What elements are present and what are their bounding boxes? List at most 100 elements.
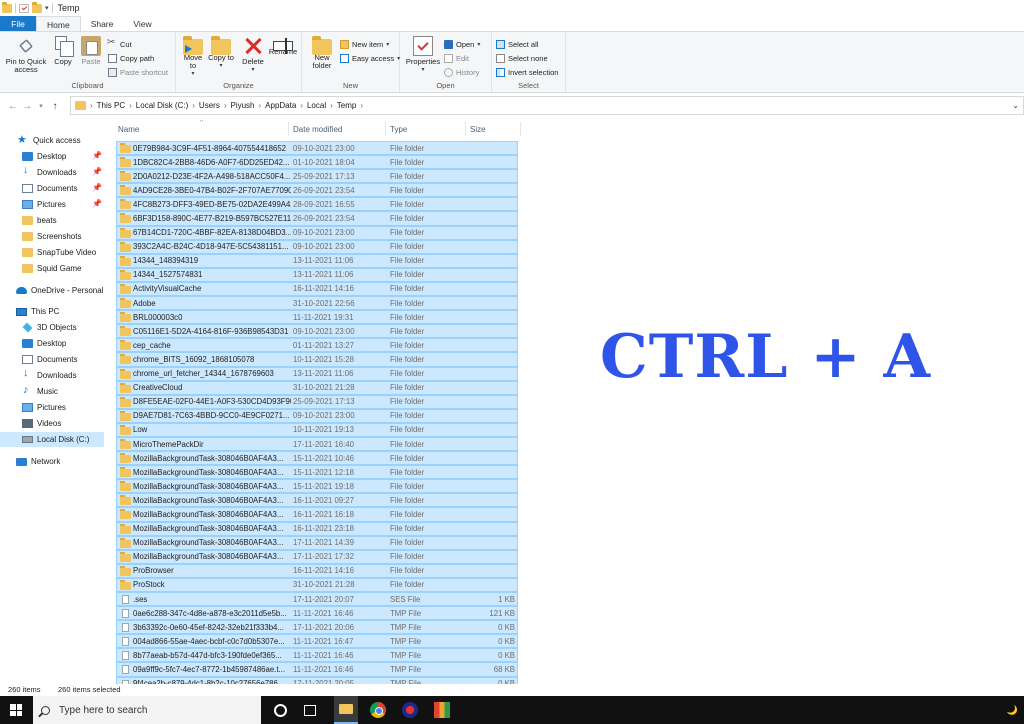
file-row[interactable]: D8FE5EAE-02F0-44E1-A0F3-530CD4D93F90 25-0… xyxy=(116,394,518,409)
chevron-down-icon[interactable]: ⌄ xyxy=(1012,101,1019,110)
file-row[interactable]: Low 10-11-2021 19:13 File folder xyxy=(116,422,518,437)
copy-path-button[interactable]: Copy path xyxy=(108,52,154,64)
file-row[interactable]: 0E79B984-3C9F-4F51-8964-407554418652 09-1… xyxy=(116,141,518,156)
file-row[interactable]: MozillaBackgroundTask-308046B0AF4A3... 15… xyxy=(116,465,518,480)
properties-button[interactable]: Properties ▾ xyxy=(404,36,442,74)
file-row[interactable]: MicroThemePackDir 17-11-2021 16:40 File fo… xyxy=(116,436,518,452)
customize-toolbar-chevron-icon[interactable]: ▾ xyxy=(45,4,49,12)
file-row[interactable]: ActivityVisualCache 16-11-2021 14:16 File … xyxy=(116,281,518,297)
up-arrow-icon[interactable]: ↑ xyxy=(48,101,62,112)
taskbar-search-box[interactable]: Type here to search xyxy=(33,696,261,724)
back-arrow-icon[interactable]: ← xyxy=(6,101,20,112)
nav-squid-game[interactable]: Squid Game xyxy=(22,261,126,276)
column-divider[interactable] xyxy=(385,122,386,136)
file-row[interactable]: 09a9ff9c-5fc7-4ec7-8772-1b45987486ae.t..… xyxy=(116,662,518,677)
breadcrumb-separator-icon[interactable]: › xyxy=(259,101,262,110)
breadcrumb-separator-icon[interactable]: › xyxy=(129,101,132,110)
new-item-button[interactable]: New item ▾ xyxy=(340,38,389,50)
breadcrumb-this-pc[interactable]: This PC xyxy=(97,101,125,110)
file-row[interactable]: 1DBC82C4-2BB8-46D6-A0F7-6DD25ED42... 01-1… xyxy=(116,155,518,170)
chrome-icon[interactable] xyxy=(370,702,386,718)
cut-button[interactable]: Cut xyxy=(107,37,132,50)
file-row[interactable]: 14344_148394319 13-11-2021 11:06 File fold… xyxy=(116,253,518,268)
breadcrumb-separator-icon[interactable]: › xyxy=(330,101,333,110)
file-row[interactable]: CreativeCloud 31-10-2021 21:28 File folder xyxy=(116,380,518,395)
breadcrumb-local[interactable]: Local xyxy=(307,101,326,110)
file-row[interactable]: chrome_BITS_16092_1868105078 10-11-2021 1… xyxy=(116,352,518,367)
nav-documents-pc[interactable]: Documents xyxy=(22,352,126,367)
nav-snaptube-video[interactable]: SnapTube Video xyxy=(22,245,126,260)
file-row[interactable]: MozillaBackgroundTask-308046B0AF4A3... 15… xyxy=(116,451,518,466)
weather-moon-icon[interactable]: 🌙 xyxy=(1007,705,1018,716)
file-row[interactable]: 393C2A4C-B24C-4D18-947E-5C54381151... 09-… xyxy=(116,239,518,254)
move-to-button[interactable]: Move to ▾ xyxy=(180,36,206,78)
tab-file[interactable]: File xyxy=(0,16,36,32)
edit-button[interactable]: Edit xyxy=(444,52,469,64)
tab-home[interactable]: Home xyxy=(36,16,81,32)
address-bar[interactable]: › This PC › Local Disk (C:) › Users › Pi… xyxy=(70,96,1024,115)
new-folder-icon[interactable] xyxy=(32,1,42,13)
select-none-button[interactable]: Select none xyxy=(496,52,548,64)
file-row[interactable]: 9f4cea2b-c879-4dc1-8b2c-10c27656e786... 1… xyxy=(116,676,518,684)
nav-quick-access[interactable]: Quick access xyxy=(17,133,122,148)
nav-videos[interactable]: Videos xyxy=(22,416,126,431)
nav-desktop[interactable]: Desktop 📌 xyxy=(22,149,106,164)
file-row[interactable]: MozillaBackgroundTask-308046B0AF4A3... 16… xyxy=(116,521,518,536)
delete-button[interactable]: Delete ▾ xyxy=(240,36,266,74)
breadcrumb-separator-icon[interactable]: › xyxy=(360,101,363,110)
nav-pictures-pc[interactable]: Pictures xyxy=(22,400,126,415)
file-row[interactable]: 3b63392c-0e60-45ef-8242-32eb21f333b4... 1… xyxy=(116,620,518,635)
file-row[interactable]: ProStock 31-10-2021 21:28 File folder xyxy=(116,577,518,592)
nav-pictures[interactable]: Pictures 📌 xyxy=(22,197,106,212)
column-divider[interactable] xyxy=(465,122,466,136)
breadcrumb-local-disk[interactable]: Local Disk (C:) xyxy=(136,101,188,110)
pin-to-quick-access-button[interactable]: Pin to Quick access xyxy=(4,36,48,74)
column-divider[interactable] xyxy=(520,122,521,136)
file-row[interactable]: MozillaBackgroundTask-308046B0AF4A3... 15… xyxy=(116,479,518,494)
breadcrumb-separator-icon[interactable]: › xyxy=(224,101,227,110)
file-row[interactable]: ProBrowser 16-11-2021 14:16 File folder xyxy=(116,563,518,578)
copy-to-button[interactable]: Copy to ▾ xyxy=(208,36,234,70)
invert-selection-button[interactable]: Invert selection xyxy=(496,66,558,78)
nav-network[interactable]: Network xyxy=(16,454,120,469)
file-row[interactable]: MozillaBackgroundTask-308046B0AF4A3... 16… xyxy=(116,507,518,522)
tab-share[interactable]: Share xyxy=(81,16,124,32)
file-row[interactable]: cep_cache 01-11-2021 13:27 File folder xyxy=(116,338,518,353)
column-header-size[interactable]: Size xyxy=(470,120,486,138)
paste-button[interactable]: Paste xyxy=(78,36,104,66)
file-row[interactable]: D9AE7D81-7C63-4BBD-9CC0-4E9CF0271... 09-1… xyxy=(116,408,518,423)
file-row[interactable]: 6BF3D158-890C-4E77-B219-B597BC527E11 26-0… xyxy=(116,211,518,226)
cortana-icon[interactable] xyxy=(274,704,287,717)
rename-button[interactable]: Rename xyxy=(268,36,298,56)
column-divider[interactable] xyxy=(288,122,289,136)
column-header-date[interactable]: Date modified xyxy=(293,120,342,138)
file-row[interactable]: .ses 17-11-2021 20:07 SES File 1 KB xyxy=(116,592,518,607)
easy-access-button[interactable]: Easy access ▾ xyxy=(340,52,400,64)
task-view-icon[interactable] xyxy=(304,705,316,716)
nav-music[interactable]: Music xyxy=(22,384,126,399)
nav-downloads-pc[interactable]: Downloads xyxy=(22,367,126,383)
paste-shortcut-button[interactable]: Paste shortcut xyxy=(108,66,168,78)
properties-icon[interactable] xyxy=(19,3,29,13)
breadcrumb-users[interactable]: Users xyxy=(199,101,220,110)
nav-3d-objects[interactable]: 3D Objects xyxy=(22,320,126,335)
breadcrumb-separator-icon[interactable]: › xyxy=(192,101,195,110)
file-row[interactable]: Adobe 31-10-2021 22:56 File folder xyxy=(116,296,518,311)
nav-screenshots[interactable]: Screenshots xyxy=(22,229,126,244)
column-header-name[interactable]: Name xyxy=(118,120,139,138)
windows-start-icon[interactable] xyxy=(10,704,22,716)
select-all-button[interactable]: Select all xyxy=(496,38,538,50)
file-row[interactable]: 4AD9CE28-3BE0-47B4-B02F-2F707AE77090 26-0… xyxy=(116,183,518,198)
file-row[interactable]: MozillaBackgroundTask-308046B0AF4A3... 17… xyxy=(116,535,518,550)
column-header-type[interactable]: Type xyxy=(390,120,407,138)
file-row[interactable]: 2D0A0212-D23E-4F2A-A498-518ACC50F4... 25-… xyxy=(116,169,518,184)
nav-this-pc[interactable]: This PC xyxy=(16,304,120,319)
open-button[interactable]: Open ▾ xyxy=(444,38,480,50)
breadcrumb-piyush[interactable]: Piyush xyxy=(230,101,254,110)
file-row[interactable]: MozillaBackgroundTask-308046B0AF4A3... 16… xyxy=(116,493,518,508)
file-row[interactable]: chrome_url_fetcher_14344_1678769603 13-11… xyxy=(116,366,518,381)
nav-documents[interactable]: Documents 📌 xyxy=(22,181,106,196)
tab-view[interactable]: View xyxy=(123,16,161,32)
nav-desktop-pc[interactable]: Desktop xyxy=(22,336,126,351)
file-row[interactable]: C05116E1-5D2A-4164-816F-936B98543D31 09-1… xyxy=(116,324,518,339)
